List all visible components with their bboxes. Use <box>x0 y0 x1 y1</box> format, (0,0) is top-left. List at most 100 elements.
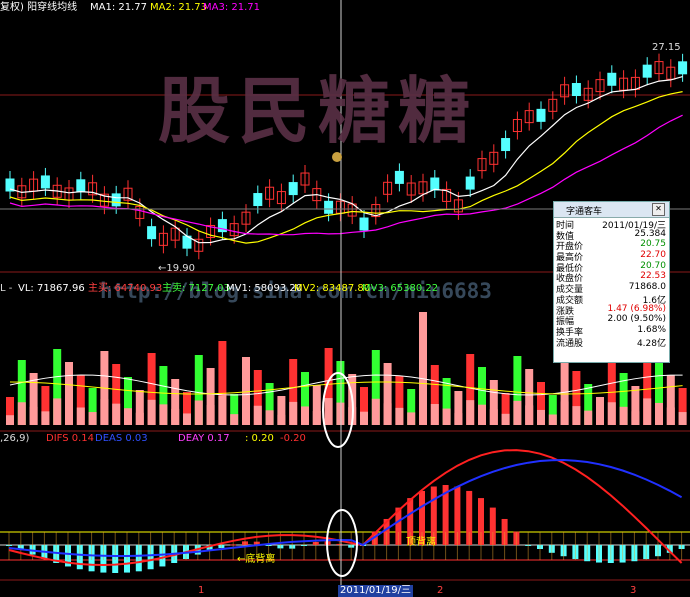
volume-ma2-line <box>9 381 683 395</box>
volume-bar-lower <box>76 407 85 425</box>
volume-bar-lower <box>631 411 640 425</box>
bottom-divergence-label: ←底背离 <box>237 554 276 565</box>
volume-bar-lower <box>159 404 168 425</box>
tooltip-row-value: 2.00 (9.50%) <box>607 314 666 325</box>
volume-bar-lower <box>584 410 593 425</box>
mv2-label: MV2: 83487.80 <box>294 283 371 294</box>
volume-bar-lower <box>6 415 14 425</box>
volume-bar-lower <box>336 402 345 425</box>
macd-param-label: ,26,9) <box>0 433 30 444</box>
tooltip-row: 涨跌 1.47 (6.98%) <box>554 304 669 317</box>
volume-bar-lower <box>88 412 97 425</box>
volume-bar-lower <box>289 401 298 425</box>
x-tick-1: 1 <box>198 585 205 596</box>
low-price-label: ←19.90 <box>158 263 196 274</box>
tooltip-row-value: 22.53 <box>640 271 666 282</box>
tooltip-row: 最高价 22.70 <box>554 250 669 263</box>
tooltip-row: 成交额 1.6亿 <box>554 293 669 306</box>
candle-body <box>430 177 440 191</box>
x-tick-2: 2 <box>437 585 444 596</box>
tooltip-row: 振幅 2.00 (9.50%) <box>554 314 669 327</box>
candle-body <box>536 108 546 122</box>
candle-body <box>394 170 404 184</box>
volume-bar-lower <box>324 398 333 425</box>
tooltip-row-value: 25.384 <box>634 228 667 239</box>
volume-bar-lower <box>183 413 191 425</box>
volume-bar-lower <box>466 400 475 425</box>
data-tooltip-window[interactable]: 字通客车 ✕ 时间 2011/01/19/三 数值 25.384 开盘价 20.75 最高价… <box>553 201 670 363</box>
volume-bar-lower <box>489 409 498 425</box>
macd-lower-line-label: -0.20 <box>280 433 306 444</box>
tooltip-titlebar[interactable]: 字通客车 ✕ <box>554 202 669 218</box>
volume-bar-lower <box>253 405 262 425</box>
tooltip-row-value: 4.28亿 <box>636 338 666 349</box>
mv3-label: MV3: 65380.22 <box>362 283 439 294</box>
volume-bar-lower <box>147 399 156 425</box>
volume-bar-lower <box>194 400 203 425</box>
candle-body <box>253 193 263 207</box>
volume-bar-lower <box>124 408 132 425</box>
deay-label: DEAY 0.17 <box>178 433 230 444</box>
close-icon[interactable]: ✕ <box>652 203 665 216</box>
volume-bar-lower <box>430 404 439 425</box>
volume-bar-lower <box>242 401 250 425</box>
volume-bar-lower <box>301 406 309 425</box>
volume-bar-lower <box>525 405 534 425</box>
volume-bar-lower <box>112 403 121 425</box>
volume-prefix: L - <box>0 283 13 294</box>
volume-bar-lower <box>29 406 38 425</box>
volume-bar-lower <box>41 411 50 425</box>
x-tick-3: 3 <box>630 585 637 596</box>
tooltip-title: 字通客车 <box>566 207 603 217</box>
dif-line <box>8 449 683 567</box>
tooltip-row: 成交量 71868.0 <box>554 282 669 295</box>
volume-bar-lower <box>607 402 616 425</box>
ma1-label: MA1: 21.77 <box>90 2 148 13</box>
ma2-label: MA2: 21.73 <box>150 2 208 13</box>
volume-bar-lower <box>619 406 628 425</box>
cursor-date-label: 2011/01/19/三 <box>338 585 414 597</box>
volume-bar-lower <box>419 385 427 425</box>
candle-body <box>571 83 581 97</box>
volume-bar-lower <box>230 414 239 425</box>
top-divergence-label: 顶背离 <box>406 537 436 548</box>
candle-body <box>607 72 617 86</box>
volume-bar-lower <box>100 399 109 425</box>
volume-bar-lower <box>407 412 416 425</box>
candle-body <box>288 182 298 196</box>
volume-bar-lower <box>383 403 392 425</box>
vl-label: VL: 71867.96 <box>18 283 85 294</box>
volume-bar-lower <box>442 408 451 425</box>
candle-body <box>40 175 50 189</box>
volume-bar-lower <box>513 400 522 425</box>
volume-bar-lower <box>655 402 663 425</box>
tooltip-row: 收盘价 22.53 <box>554 271 669 284</box>
volume-bar-lower <box>548 414 557 425</box>
candle-body <box>642 64 652 78</box>
candle-body <box>76 179 86 193</box>
zhumai-label: 主买: 64740.93 <box>88 283 163 294</box>
volume-bar-lower <box>53 398 62 425</box>
volume-bar-lower <box>501 413 510 425</box>
mv1-label: MV1: 58093.20 <box>226 283 303 294</box>
volume-bar-lower <box>265 410 274 425</box>
macd-upper-line-label: : 0.20 <box>245 433 274 444</box>
volume-bar-lower <box>171 408 180 425</box>
volume-bar-lower <box>218 395 227 425</box>
tooltip-row-value: 71868.0 <box>628 282 666 293</box>
volume-bar-lower <box>678 412 687 425</box>
watermark-text: 股民糖糖 <box>158 69 479 153</box>
candle-body <box>465 176 475 190</box>
tooltip-row: 开盘价 20.75 <box>554 239 669 252</box>
dea-label: DEAS 0.03 <box>95 433 148 444</box>
volume-bar-lower <box>454 413 463 425</box>
candle-body <box>501 138 511 152</box>
candle-body <box>111 193 121 207</box>
candle-body <box>359 217 369 231</box>
volume-bar-lower <box>643 398 652 425</box>
volume-bar-lower <box>371 398 380 425</box>
volume-bar-lower <box>312 411 321 425</box>
tooltip-row: 数值 25.384 <box>554 228 669 242</box>
tooltip-row: 换手率 1.68% <box>554 324 669 338</box>
tooltip-row-value: 1.68% <box>637 324 666 335</box>
